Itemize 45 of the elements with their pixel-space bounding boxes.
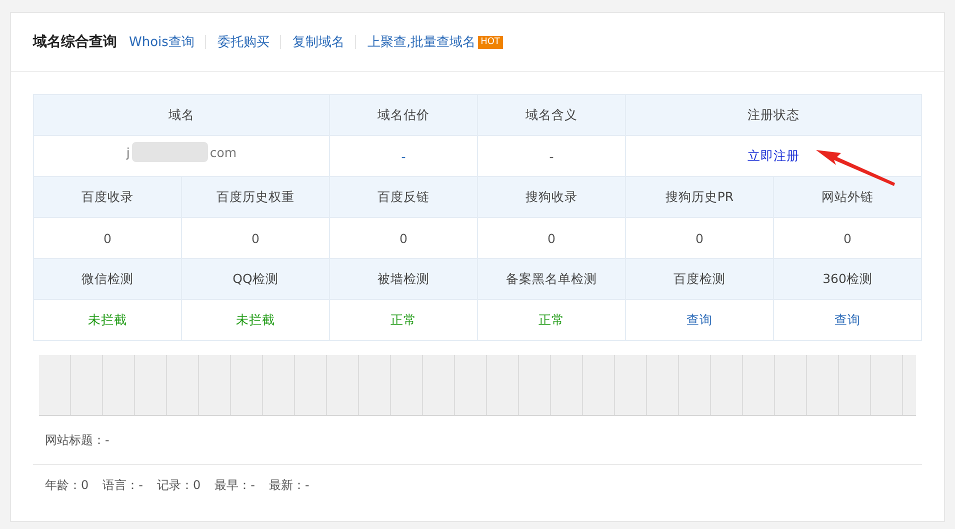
query-link[interactable]: 查询 bbox=[686, 312, 712, 328]
check-result: 未拦截 bbox=[88, 312, 127, 328]
table-header: 注册状态 bbox=[626, 95, 922, 136]
stat-text: 语言：- bbox=[102, 476, 143, 494]
table-header: 百度反链 bbox=[330, 177, 478, 218]
table-cell: 0 bbox=[104, 230, 112, 246]
table-header: 网站外链 bbox=[774, 177, 922, 218]
table-cell: 0 bbox=[548, 230, 556, 246]
table-header: 域名 bbox=[34, 95, 330, 136]
table-header: 微信检测 bbox=[34, 259, 182, 300]
check-result: 正常 bbox=[538, 312, 564, 328]
hot-badge: HOT bbox=[478, 36, 503, 48]
table-header: QQ检测 bbox=[182, 259, 330, 300]
header-link[interactable]: 委托购买 bbox=[217, 33, 270, 51]
page-title: 域名综合查询 bbox=[33, 33, 117, 51]
table-header: 百度历史权重 bbox=[182, 177, 330, 218]
site-title-text: 网站标题：- bbox=[45, 432, 110, 448]
stat-text: 最早：- bbox=[214, 476, 255, 494]
stat-text: 年龄：0 bbox=[45, 476, 89, 494]
table-header: 360检测 bbox=[774, 259, 922, 300]
table-header: 百度收录 bbox=[34, 177, 182, 218]
table-header: 域名含义 bbox=[478, 95, 626, 136]
table-cell: - bbox=[401, 148, 406, 164]
table-header: 百度检测 bbox=[626, 259, 774, 300]
header-link[interactable]: Whois查询 bbox=[129, 33, 194, 51]
table-cell: 0 bbox=[696, 230, 704, 246]
query-link[interactable]: 查询 bbox=[834, 312, 860, 328]
table-header: 域名估价 bbox=[330, 95, 478, 136]
header-link[interactable]: 上聚查,批量查域名 bbox=[367, 33, 476, 51]
header-link[interactable]: 复制域名 bbox=[292, 33, 344, 51]
table-cell: 0 bbox=[400, 230, 408, 246]
stat-text: 最新：- bbox=[268, 476, 310, 494]
table-header: 搜狗历史PR bbox=[626, 177, 774, 218]
table-header: 备案黑名单检测 bbox=[478, 259, 626, 300]
table-header: 被墙检测 bbox=[330, 259, 478, 300]
stat-text: 记录：0 bbox=[156, 476, 201, 494]
table-cell: - bbox=[549, 148, 554, 164]
check-result: 未拦截 bbox=[236, 312, 275, 328]
table-cell: 0 bbox=[252, 230, 260, 246]
register-link[interactable]: 立即注册 bbox=[748, 148, 800, 164]
domain-text: j bbox=[126, 144, 130, 160]
table-cell: 0 bbox=[844, 230, 852, 246]
table-header: 搜狗收录 bbox=[478, 177, 626, 218]
check-result: 正常 bbox=[390, 312, 416, 328]
domain-text: com bbox=[210, 144, 237, 160]
